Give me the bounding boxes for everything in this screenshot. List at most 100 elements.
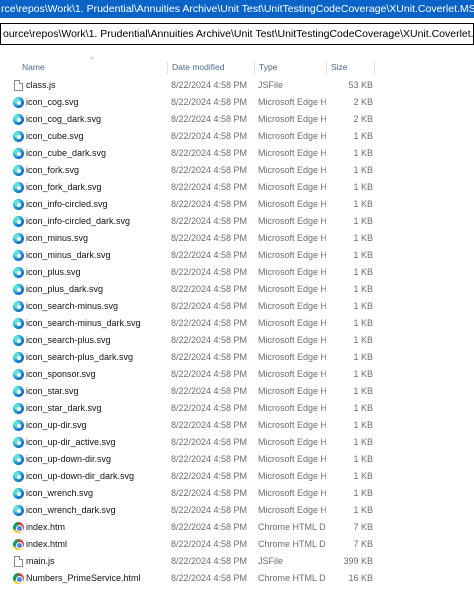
file-date-modified: 8/22/2024 4:58 PM	[171, 352, 248, 362]
file-row[interactable]: icon_cog.svg 8/22/2024 4:58 PM Microsoft E…	[0, 94, 474, 111]
file-size: 1 KB	[353, 131, 373, 141]
edge-icon	[13, 250, 24, 261]
file-row[interactable]: icon_search-plus_dark.svg 8/22/2024 4:58 …	[0, 349, 474, 366]
file-type: Microsoft Edge H...	[258, 471, 326, 481]
file-row[interactable]: icon_minus_dark.svg 8/22/2024 4:58 PM Micr…	[0, 247, 474, 264]
file-type: JSFile	[258, 80, 284, 90]
file-name[interactable]: icon_plus.svg	[26, 264, 166, 281]
file-row[interactable]: icon_plus_dark.svg 8/22/2024 4:58 PM Micro…	[0, 281, 474, 298]
file-row[interactable]: index.html 8/22/2024 4:58 PM Chrome HTML D…	[0, 536, 474, 553]
file-size: 1 KB	[353, 267, 373, 277]
file-type: Microsoft Edge H...	[258, 284, 326, 294]
file-row[interactable]: icon_up-down-dir_dark.svg 8/22/2024 4:58 …	[0, 468, 474, 485]
edge-icon	[13, 403, 24, 414]
file-name[interactable]: icon_cube_dark.svg	[26, 145, 166, 162]
column-header-size[interactable]: Size	[331, 62, 375, 74]
file-name[interactable]: icon_up-down-dir.svg	[26, 451, 166, 468]
file-size: 1 KB	[353, 454, 373, 464]
file-row[interactable]: icon_up-dir.svg 8/22/2024 4:58 PM Microsof…	[0, 417, 474, 434]
column-header-type[interactable]: Type	[259, 62, 327, 74]
file-type: Chrome HTML Do...	[258, 539, 326, 549]
column-header-date[interactable]: Date modified	[172, 62, 255, 74]
file-row[interactable]: icon_cube.svg 8/22/2024 4:58 PM Microsoft …	[0, 128, 474, 145]
file-name[interactable]: icon_up-dir.svg	[26, 417, 166, 434]
file-name[interactable]: icon_info-circled_dark.svg	[26, 213, 166, 230]
file-name[interactable]: icon_up-dir_active.svg	[26, 434, 166, 451]
file-row[interactable]: icon_sponsor.svg 8/22/2024 4:58 PM Microso…	[0, 366, 474, 383]
file-row[interactable]: icon_wrench_dark.svg 8/22/2024 4:58 PM Mic…	[0, 502, 474, 519]
file-date-modified: 8/22/2024 4:58 PM	[171, 505, 248, 515]
file-name[interactable]: icon_star_dark.svg	[26, 400, 166, 417]
file-size: 1 KB	[353, 199, 373, 209]
file-row[interactable]: icon_plus.svg 8/22/2024 4:58 PM Microsoft …	[0, 264, 474, 281]
column-header-row: ^ Name Date modified Type Size	[0, 57, 474, 74]
file-size: 53 KB	[348, 80, 373, 90]
file-row[interactable]: icon_info-circled.svg 8/22/2024 4:58 PM Mi…	[0, 196, 474, 213]
file-row[interactable]: icon_minus.svg 8/22/2024 4:58 PM Microsoft…	[0, 230, 474, 247]
file-name[interactable]: icon_sponsor.svg	[26, 366, 166, 383]
file-name[interactable]: Numbers_PrimeService.html	[26, 570, 166, 587]
file-size: 2 KB	[353, 97, 373, 107]
file-row[interactable]: icon_star.svg 8/22/2024 4:58 PM Microsoft …	[0, 383, 474, 400]
file-name[interactable]: icon_wrench.svg	[26, 485, 166, 502]
file-size: 1 KB	[353, 301, 373, 311]
chrome-icon	[13, 539, 24, 550]
file-name[interactable]: icon_minus.svg	[26, 230, 166, 247]
file-type: Chrome HTML Do...	[258, 573, 326, 583]
file-row[interactable]: Numbers_PrimeService.html 8/22/2024 4:58 …	[0, 570, 474, 587]
edge-icon	[13, 352, 24, 363]
file-row[interactable]: index.htm 8/22/2024 4:58 PM Chrome HTML Do…	[0, 519, 474, 536]
file-name[interactable]: index.html	[26, 536, 166, 553]
file-row[interactable]: icon_up-down-dir.svg 8/22/2024 4:58 PM Mic…	[0, 451, 474, 468]
file-date-modified: 8/22/2024 4:58 PM	[171, 80, 248, 90]
folder-path-highlighted[interactable]: rce\repos\Work\1. Prudential\Annuities A…	[0, 0, 474, 18]
file-name[interactable]: icon_star.svg	[26, 383, 166, 400]
file-name[interactable]: icon_plus_dark.svg	[26, 281, 166, 298]
edge-icon	[13, 148, 24, 159]
file-name[interactable]: icon_cog.svg	[26, 94, 166, 111]
file-name[interactable]: icon_wrench_dark.svg	[26, 502, 166, 519]
file-name[interactable]: icon_cog_dark.svg	[26, 111, 166, 128]
file-size: 1 KB	[353, 165, 373, 175]
file-row[interactable]: icon_search-plus.svg 8/22/2024 4:58 PM Mic…	[0, 332, 474, 349]
file-name[interactable]: class.js	[26, 77, 166, 94]
file-name[interactable]: icon_minus_dark.svg	[26, 247, 166, 264]
file-type: Microsoft Edge H...	[258, 403, 326, 413]
edge-icon	[13, 488, 24, 499]
file-name[interactable]: icon_search-plus_dark.svg	[26, 349, 166, 366]
chrome-icon	[13, 573, 24, 584]
file-row[interactable]: icon_up-dir_active.svg 8/22/2024 4:58 PM M…	[0, 434, 474, 451]
file-row[interactable]: icon_fork.svg 8/22/2024 4:58 PM Microsoft …	[0, 162, 474, 179]
file-name[interactable]: icon_search-minus_dark.svg	[26, 315, 166, 332]
file-row[interactable]: icon_cog_dark.svg 8/22/2024 4:58 PM Micros…	[0, 111, 474, 128]
file-row[interactable]: icon_fork_dark.svg 8/22/2024 4:58 PM Micro…	[0, 179, 474, 196]
edge-icon	[13, 114, 24, 125]
file-name[interactable]: main.js	[26, 553, 166, 570]
file-row[interactable]: icon_search-minus_dark.svg 8/22/2024 4:58…	[0, 315, 474, 332]
file-date-modified: 8/22/2024 4:58 PM	[171, 165, 248, 175]
file-list: class.js 8/22/2024 4:58 PM JSFile 53 KB icon…	[0, 77, 474, 587]
address-bar[interactable]: ource\repos\Work\1. Prudential\Annuities…	[0, 23, 474, 45]
file-date-modified: 8/22/2024 4:58 PM	[171, 522, 248, 532]
file-row[interactable]: icon_cube_dark.svg 8/22/2024 4:58 PM Micro…	[0, 145, 474, 162]
file-name[interactable]: icon_up-down-dir_dark.svg	[26, 468, 166, 485]
file-size: 1 KB	[353, 386, 373, 396]
file-row[interactable]: icon_info-circled_dark.svg 8/22/2024 4:58…	[0, 213, 474, 230]
file-row[interactable]: class.js 8/22/2024 4:58 PM JSFile 53 KB	[0, 77, 474, 94]
file-name[interactable]: icon_fork.svg	[26, 162, 166, 179]
file-row[interactable]: icon_wrench.svg 8/22/2024 4:58 PM Microsof…	[0, 485, 474, 502]
file-row[interactable]: icon_search-minus.svg 8/22/2024 4:58 PM Mi…	[0, 298, 474, 315]
file-row[interactable]: icon_star_dark.svg 8/22/2024 4:58 PM Micro…	[0, 400, 474, 417]
edge-icon	[13, 182, 24, 193]
file-name[interactable]: icon_info-circled.svg	[26, 196, 166, 213]
file-row[interactable]: main.js 8/22/2024 4:58 PM JSFile 399 KB	[0, 553, 474, 570]
file-name[interactable]: icon_fork_dark.svg	[26, 179, 166, 196]
column-header-name[interactable]: Name	[22, 62, 168, 74]
file-name[interactable]: index.htm	[26, 519, 166, 536]
file-date-modified: 8/22/2024 4:58 PM	[171, 233, 248, 243]
file-name[interactable]: icon_cube.svg	[26, 128, 166, 145]
file-date-modified: 8/22/2024 4:58 PM	[171, 250, 248, 260]
file-name[interactable]: icon_search-minus.svg	[26, 298, 166, 315]
file-name[interactable]: icon_search-plus.svg	[26, 332, 166, 349]
edge-icon	[13, 454, 24, 465]
